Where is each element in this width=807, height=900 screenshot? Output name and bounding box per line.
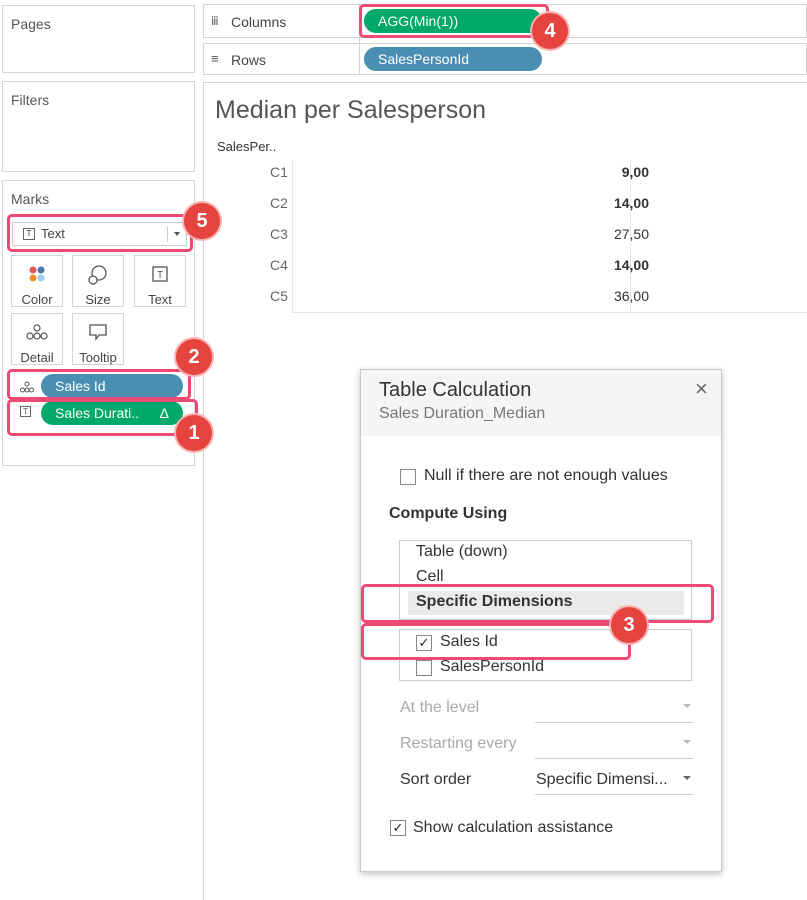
color-button[interactable]: Color (11, 255, 63, 307)
row-label[interactable]: C3 (270, 226, 288, 242)
columns-icon: ⅲ (211, 14, 220, 28)
filters-title: Filters (11, 92, 50, 108)
row-value[interactable]: 14,00 (614, 195, 649, 211)
callout-badge-5: 5 (184, 203, 220, 239)
row-label[interactable]: C1 (270, 164, 288, 180)
row-value[interactable]: 14,00 (614, 257, 649, 273)
text-button[interactable]: T Text (134, 255, 186, 307)
text-icon: T (135, 264, 185, 288)
filters-panel[interactable]: Filters (2, 81, 195, 172)
compute-option-table-down[interactable]: Table (down) (416, 543, 508, 561)
tooltip-button[interactable]: Tooltip (72, 313, 124, 365)
calculation-assistance-label: Show calculation assistance (413, 819, 614, 836)
callout-badge-2: 2 (176, 339, 212, 375)
null-checkbox[interactable] (400, 469, 416, 485)
text-label: Text (148, 292, 172, 307)
detail-icon (12, 322, 62, 346)
detail-button[interactable]: Detail (11, 313, 63, 365)
callout-box-2 (7, 369, 191, 400)
rows-icon: ≡ (211, 51, 219, 66)
sort-order-value: Specific Dimensi... (536, 771, 668, 788)
salespersonid-checkbox[interactable] (416, 660, 432, 676)
close-icon[interactable]: × (695, 376, 708, 402)
restarting-every-label: Restarting every (400, 735, 517, 752)
marks-title: Marks (11, 191, 50, 207)
pages-title: Pages (11, 16, 51, 32)
tooltip-icon (73, 322, 123, 346)
view-title: Median per Salesperson (215, 96, 486, 124)
callout-badge-1: 1 (176, 415, 212, 451)
table-grid-left (292, 160, 293, 312)
size-label: Size (85, 292, 111, 307)
callout-badge-3: 3 (611, 607, 647, 643)
salespersonid-dimension-label: SalesPersonId (440, 658, 545, 675)
row-value[interactable]: 9,00 (622, 164, 649, 180)
color-label: Color (21, 292, 53, 307)
rows-label: Rows (231, 52, 267, 68)
callout-box-4 (359, 4, 549, 38)
row-label[interactable]: C2 (270, 195, 288, 211)
restarting-every-dropdown[interactable] (535, 731, 693, 759)
row-label[interactable]: C5 (270, 288, 288, 304)
size-button[interactable]: Size (72, 255, 124, 307)
dialog-subtitle: Sales Duration_Median (379, 405, 546, 422)
table-grid-bottom (292, 312, 807, 313)
row-label[interactable]: C4 (270, 257, 288, 273)
callout-box-3b (361, 623, 631, 660)
size-icon (73, 264, 123, 288)
chevron-down-icon (683, 776, 691, 780)
callout-badge-4: 4 (532, 13, 568, 49)
dialog-title: Table Calculation (379, 379, 532, 401)
null-option-label: Null if there are not enough values (424, 467, 668, 484)
rows-pill[interactable]: SalesPersonId (364, 47, 542, 71)
detail-label: Detail (20, 350, 54, 365)
color-icon (12, 264, 62, 288)
callout-box-5 (7, 214, 193, 252)
callout-box-3a (361, 584, 714, 623)
pages-panel[interactable]: Pages (2, 5, 195, 73)
row-header: SalesPer.. (217, 139, 277, 154)
svg-text:T: T (157, 270, 163, 281)
at-level-label: At the level (400, 699, 480, 716)
compute-using-heading: Compute Using (389, 505, 508, 522)
chevron-down-icon (683, 740, 691, 744)
callout-box-1 (7, 399, 198, 436)
chevron-down-icon (683, 704, 691, 708)
row-value[interactable]: 36,00 (614, 288, 649, 304)
tooltip-label: Tooltip (79, 350, 117, 365)
rows-pill-label: SalesPersonId (378, 51, 470, 67)
row-value[interactable]: 27,50 (614, 226, 649, 242)
sort-order-label: Sort order (400, 771, 472, 788)
sort-order-dropdown[interactable]: Specific Dimensi... (535, 767, 693, 795)
columns-label: Columns (231, 14, 287, 30)
at-level-dropdown[interactable] (535, 695, 693, 723)
calculation-assistance-checkbox[interactable]: ✓ (390, 820, 406, 836)
